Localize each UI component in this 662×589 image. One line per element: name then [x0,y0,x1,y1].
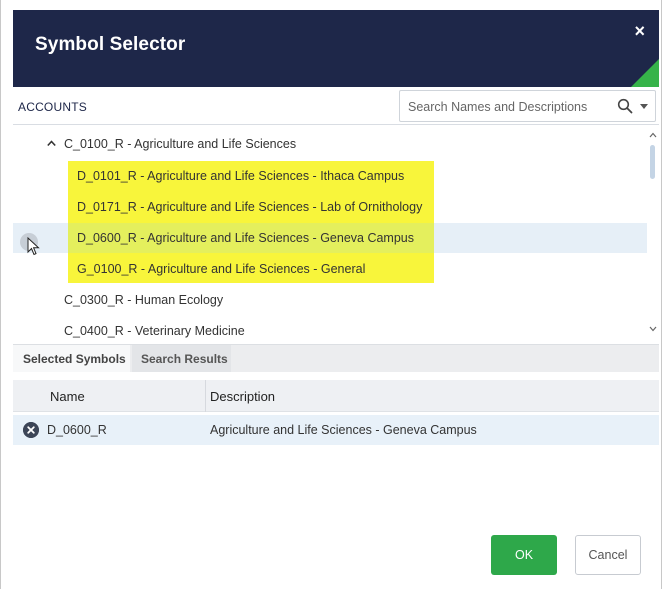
symbol-selector-dialog: Symbol Selector × ACCOUNTS C_0100_R - Ag… [0,0,662,589]
tree-sibling-label: C_0300_R - Human Ecology [64,293,224,307]
tree-child-label: D_0101_R - Agriculture and Life Sciences… [77,169,405,183]
tree-child-label: G_0100_R - Agriculture and Life Sciences… [77,262,366,276]
dialog-title: Symbol Selector [35,34,186,55]
tree-scrollbar[interactable] [647,126,659,344]
accounts-label: ACCOUNTS [18,100,87,114]
cell-description: Agriculture and Life Sciences - Geneva C… [210,423,477,437]
scroll-thumb[interactable] [650,145,655,179]
accounts-bar: ACCOUNTS [13,89,659,125]
tree-row-child[interactable]: D_0101_R - Agriculture and Life Sciences… [13,161,647,191]
ok-button[interactable]: OK [491,535,557,575]
column-header-description[interactable]: Description [210,389,275,404]
tree-row-child[interactable]: G_0100_R - Agriculture and Life Sciences… [13,254,647,284]
table-row[interactable]: D_0600_R Agriculture and Life Sciences -… [13,415,659,445]
cell-name: D_0600_R [47,423,107,437]
cancel-button[interactable]: Cancel [575,535,641,575]
tree-child-label: D_0600_R - Agriculture and Life Sciences… [77,231,414,245]
corner-accent [631,59,659,87]
tab-search-results[interactable]: Search Results [132,345,231,372]
tree-row-child-hovered[interactable]: D_0600_R - Agriculture and Life Sciences… [13,223,647,253]
chevron-down-icon[interactable] [640,104,648,109]
search-icon[interactable] [617,98,633,114]
tree-sibling-label: C_0400_R - Veterinary Medicine [64,324,245,338]
scroll-up-icon[interactable] [649,132,657,138]
search-box[interactable] [399,90,656,122]
tree-row-child[interactable]: D_0171_R - Agriculture and Life Sciences… [13,192,647,222]
scroll-down-icon[interactable] [649,326,657,332]
mouse-cursor-icon [27,237,40,256]
remove-icon[interactable] [23,422,39,438]
tab-selected-symbols[interactable]: Selected Symbols [13,345,130,372]
table-header: Name Description [13,380,659,412]
tree-parent-label: C_0100_R - Agriculture and Life Sciences [64,137,297,151]
close-icon[interactable]: × [634,22,645,40]
column-header-name[interactable]: Name [50,389,85,404]
chevron-up-icon[interactable] [47,139,56,148]
tab-bar: Selected Symbols Search Results [13,344,659,372]
account-tree: C_0100_R - Agriculture and Life Sciences… [13,126,659,344]
search-input[interactable] [408,97,593,117]
column-divider[interactable] [205,380,206,412]
tree-row-parent[interactable]: C_0100_R - Agriculture and Life Sciences [13,129,647,159]
dialog-header: Symbol Selector × [13,10,659,87]
tree-child-label: D_0171_R - Agriculture and Life Sciences… [77,200,423,214]
tree-row-sibling[interactable]: C_0300_R - Human Ecology [13,285,647,315]
tree-row-sibling[interactable]: C_0400_R - Veterinary Medicine [13,316,647,344]
